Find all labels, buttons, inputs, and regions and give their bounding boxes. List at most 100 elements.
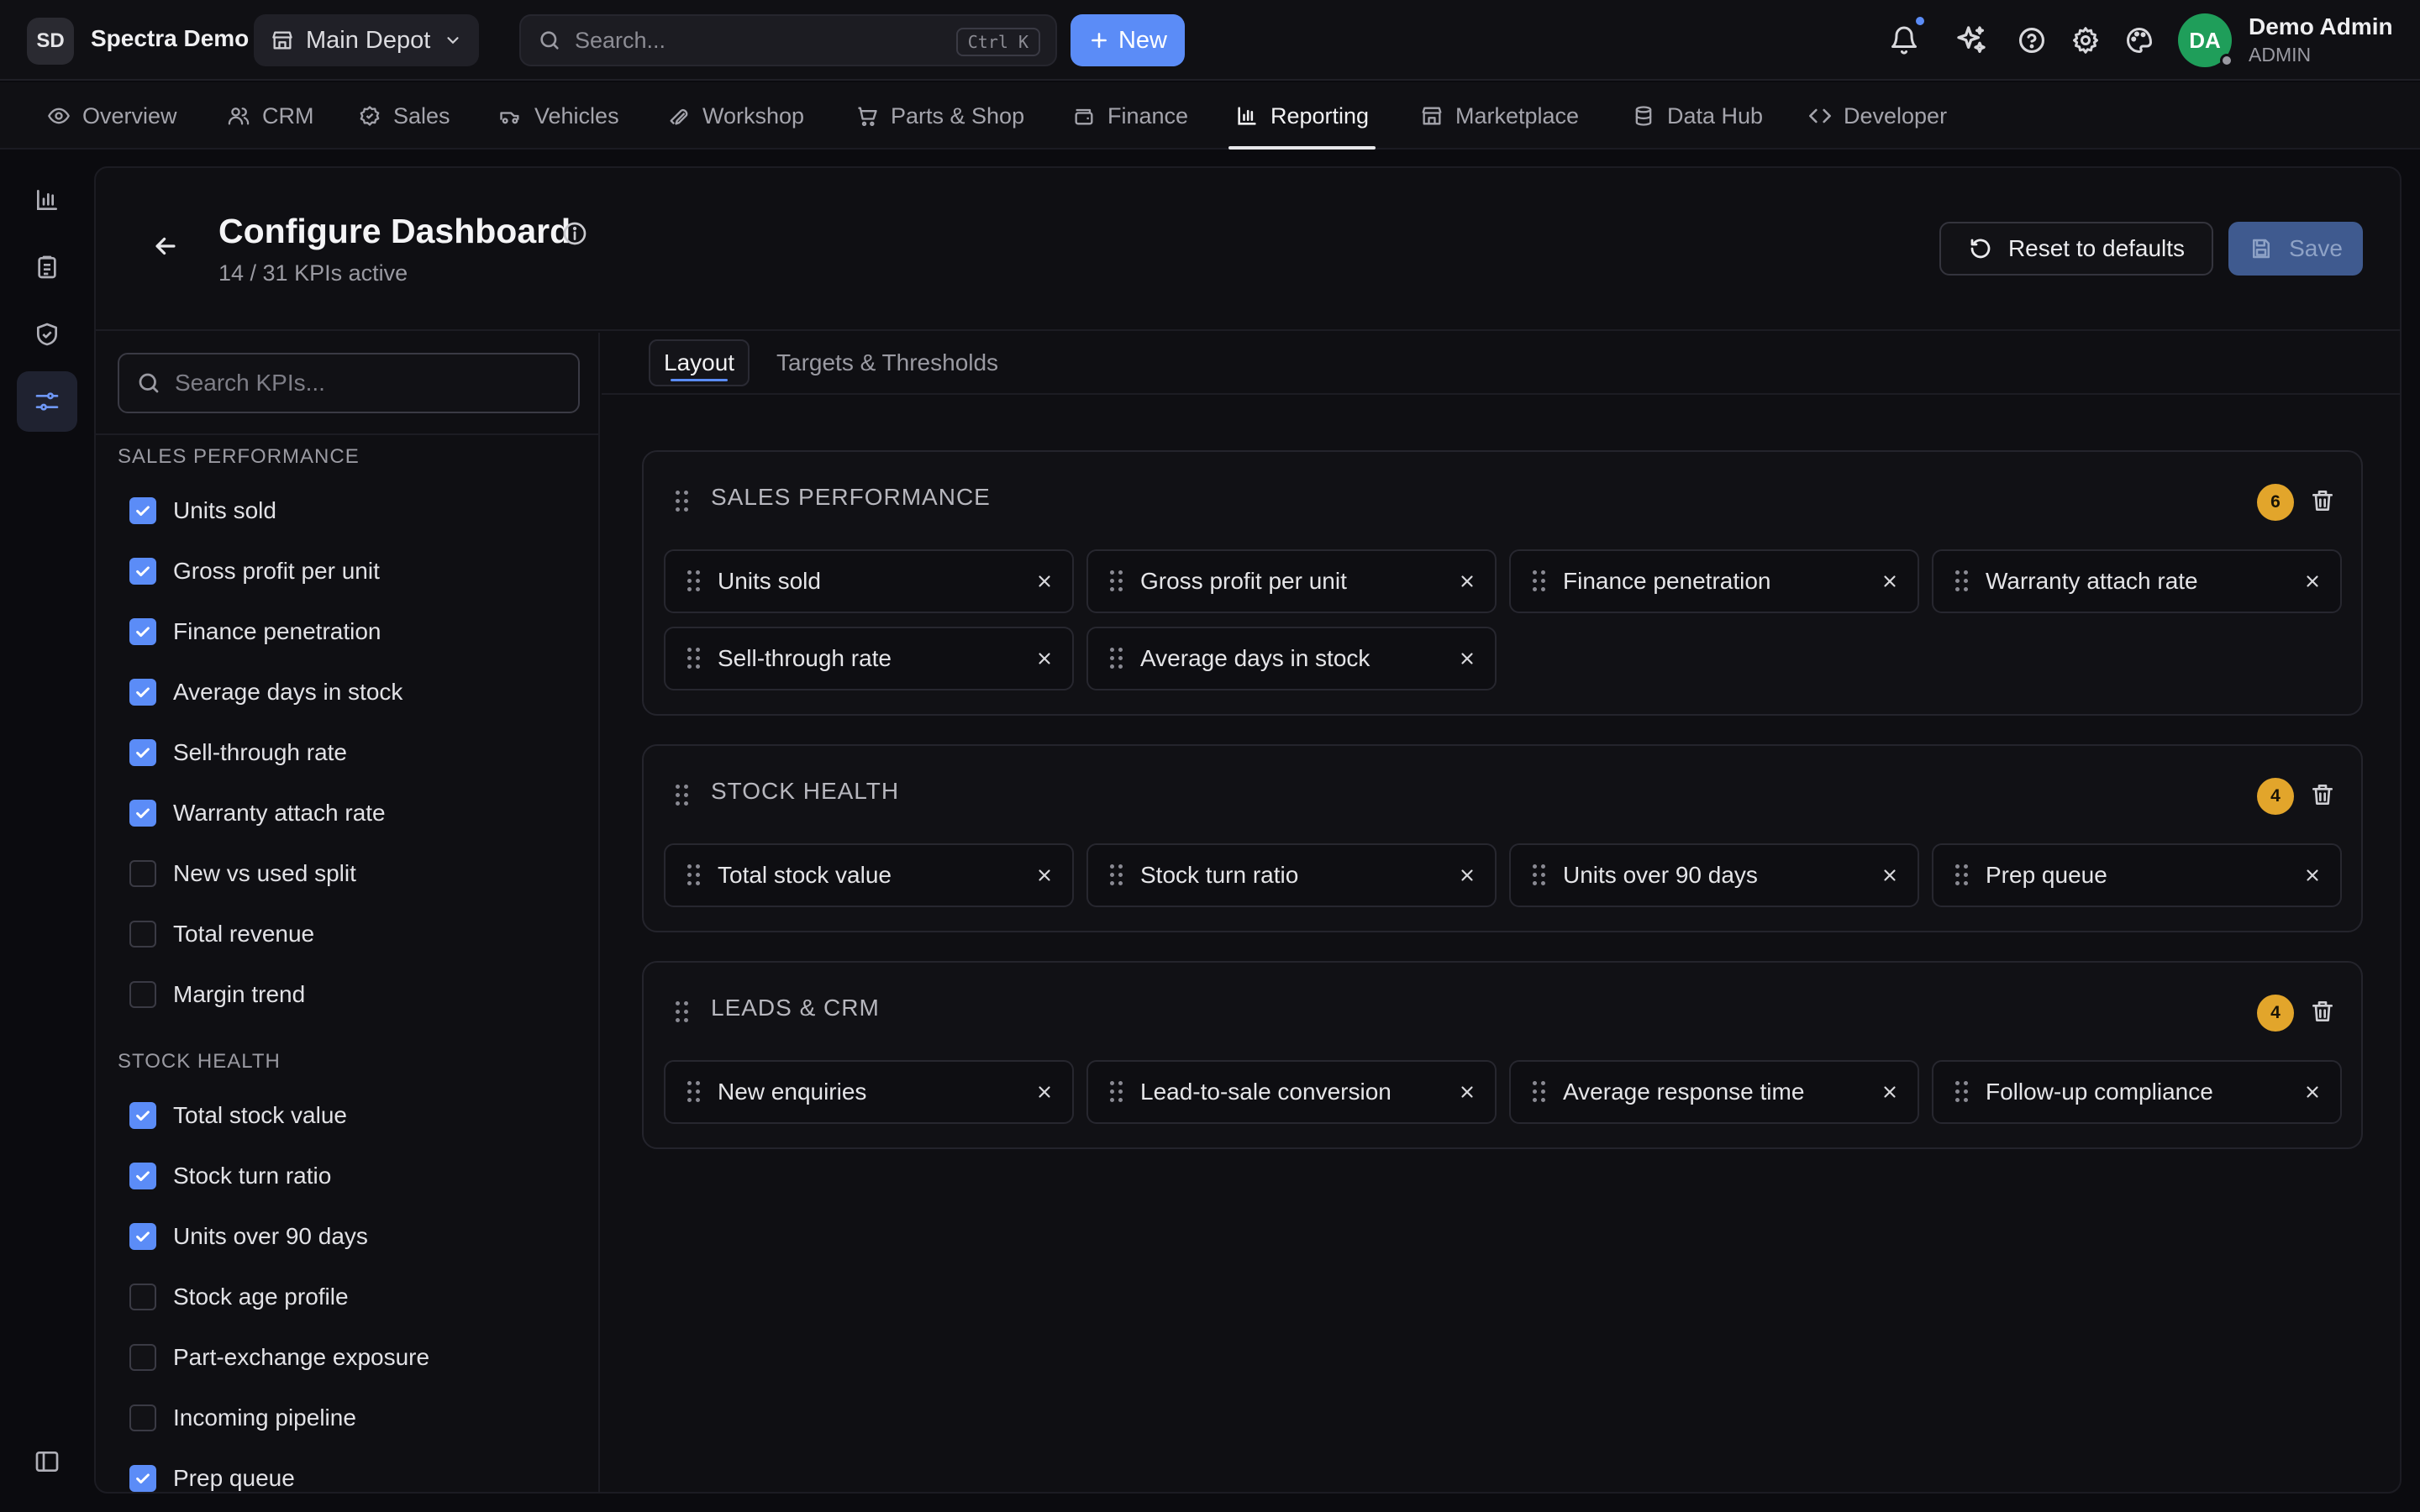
close-icon[interactable] bbox=[2303, 866, 2322, 885]
drag-handle-icon[interactable] bbox=[1533, 570, 1546, 592]
gear-icon[interactable] bbox=[2069, 24, 2102, 57]
kpi-chip[interactable]: Follow-up compliance bbox=[1932, 1060, 2342, 1124]
close-icon[interactable] bbox=[1881, 866, 1899, 885]
kpi-checkbox-item[interactable]: Finance penetration bbox=[129, 610, 381, 654]
close-icon[interactable] bbox=[1881, 1083, 1899, 1101]
kpi-chip[interactable]: Gross profit per unit bbox=[1086, 549, 1497, 613]
user-name[interactable]: Demo Admin bbox=[2249, 13, 2393, 40]
drag-handle-icon[interactable] bbox=[1110, 1081, 1123, 1103]
drag-handle-icon[interactable] bbox=[687, 864, 701, 886]
close-icon[interactable] bbox=[1035, 866, 1054, 885]
checkbox-unchecked[interactable] bbox=[129, 1404, 156, 1431]
kpi-checkbox-item[interactable]: Incoming pipeline bbox=[129, 1396, 356, 1440]
close-icon[interactable] bbox=[1458, 649, 1476, 668]
drag-handle-icon[interactable] bbox=[687, 1081, 701, 1103]
drag-handle-icon[interactable] bbox=[687, 648, 701, 669]
kpi-checkbox-item[interactable]: New vs used split bbox=[129, 852, 356, 895]
kpi-chip[interactable]: Warranty attach rate bbox=[1932, 549, 2342, 613]
info-icon[interactable] bbox=[561, 220, 588, 247]
drag-handle-icon[interactable] bbox=[1110, 864, 1123, 886]
kpi-checkbox-item[interactable]: Units over 90 days bbox=[129, 1215, 368, 1258]
kpi-checkbox-item[interactable]: Gross profit per unit bbox=[129, 549, 380, 593]
checkbox-checked[interactable] bbox=[129, 679, 156, 706]
checkbox-unchecked[interactable] bbox=[129, 981, 156, 1008]
back-arrow-icon[interactable] bbox=[151, 232, 180, 260]
nav-finance[interactable]: Finance bbox=[1072, 82, 1188, 150]
checkbox-checked[interactable] bbox=[129, 1102, 156, 1129]
kpi-chip[interactable]: Stock turn ratio bbox=[1086, 843, 1497, 907]
trash-icon[interactable] bbox=[2309, 781, 2336, 808]
nav-vehicles[interactable]: Vehicles bbox=[497, 82, 619, 150]
kpi-chip[interactable]: Units sold bbox=[664, 549, 1074, 613]
help-icon[interactable] bbox=[2015, 24, 2049, 57]
kpi-checkbox-item[interactable]: Stock turn ratio bbox=[129, 1154, 331, 1198]
drag-handle-icon[interactable] bbox=[1533, 1081, 1546, 1103]
kpi-chip[interactable]: Average response time bbox=[1509, 1060, 1919, 1124]
nav-overview[interactable]: Overview bbox=[47, 82, 177, 150]
drag-handle-icon[interactable] bbox=[1533, 864, 1546, 886]
drag-handle-icon[interactable] bbox=[1955, 1081, 1969, 1103]
brand-logo[interactable]: SD bbox=[27, 18, 74, 65]
bell-icon[interactable] bbox=[1887, 24, 1921, 57]
checkbox-unchecked[interactable] bbox=[129, 921, 156, 948]
kpi-search-input[interactable]: Search KPIs... bbox=[118, 353, 580, 413]
kpi-checkbox-item[interactable]: Units sold bbox=[129, 489, 276, 533]
rail-reports[interactable] bbox=[17, 237, 77, 297]
drag-handle-icon[interactable] bbox=[676, 491, 689, 512]
checkbox-checked[interactable] bbox=[129, 739, 156, 766]
kpi-chip[interactable]: Prep queue bbox=[1932, 843, 2342, 907]
checkbox-unchecked[interactable] bbox=[129, 1344, 156, 1371]
drag-handle-icon[interactable] bbox=[1955, 864, 1969, 886]
trash-icon[interactable] bbox=[2309, 487, 2336, 514]
checkbox-checked[interactable] bbox=[129, 800, 156, 827]
reset-defaults-button[interactable]: Reset to defaults bbox=[1939, 222, 2213, 276]
kpi-checkbox-item[interactable]: Average days in stock bbox=[129, 670, 402, 714]
close-icon[interactable] bbox=[1035, 649, 1054, 668]
kpi-chip[interactable]: New enquiries bbox=[664, 1060, 1074, 1124]
tab-targets-thresholds[interactable]: Targets & Thresholds bbox=[763, 339, 1012, 386]
close-icon[interactable] bbox=[1458, 572, 1476, 591]
drag-handle-icon[interactable] bbox=[687, 570, 701, 592]
checkbox-checked[interactable] bbox=[129, 1163, 156, 1189]
rail-analytics[interactable] bbox=[17, 170, 77, 230]
nav-data-hub[interactable]: Data Hub bbox=[1632, 82, 1763, 150]
kpi-checkbox-item[interactable]: Total stock value bbox=[129, 1094, 347, 1137]
nav-reporting[interactable]: Reporting bbox=[1228, 82, 1376, 150]
kpi-chip[interactable]: Sell-through rate bbox=[664, 627, 1074, 690]
checkbox-unchecked[interactable] bbox=[129, 1284, 156, 1310]
close-icon[interactable] bbox=[2303, 572, 2322, 591]
trash-icon[interactable] bbox=[2309, 998, 2336, 1025]
global-search[interactable]: Search... Ctrl K bbox=[519, 14, 1057, 66]
depot-selector[interactable]: Main Depot bbox=[254, 14, 479, 66]
close-icon[interactable] bbox=[1035, 572, 1054, 591]
checkbox-checked[interactable] bbox=[129, 1223, 156, 1250]
drag-handle-icon[interactable] bbox=[1110, 648, 1123, 669]
checkbox-checked[interactable] bbox=[129, 497, 156, 524]
kpi-chip[interactable]: Lead-to-sale conversion bbox=[1086, 1060, 1497, 1124]
rail-collapse[interactable] bbox=[17, 1431, 77, 1492]
sparkles-icon[interactable] bbox=[1954, 24, 1988, 57]
new-button[interactable]: New bbox=[1071, 14, 1185, 66]
drag-handle-icon[interactable] bbox=[1955, 570, 1969, 592]
close-icon[interactable] bbox=[1458, 866, 1476, 885]
checkbox-checked[interactable] bbox=[129, 618, 156, 645]
kpi-chip[interactable]: Total stock value bbox=[664, 843, 1074, 907]
nav-marketplace[interactable]: Marketplace bbox=[1420, 82, 1579, 150]
palette-icon[interactable] bbox=[2123, 24, 2156, 57]
kpi-chip[interactable]: Finance penetration bbox=[1509, 549, 1919, 613]
kpi-checkbox-item[interactable]: Warranty attach rate bbox=[129, 791, 386, 835]
kpi-chip[interactable]: Average days in stock bbox=[1086, 627, 1497, 690]
close-icon[interactable] bbox=[1035, 1083, 1054, 1101]
nav-developer[interactable]: Developer bbox=[1808, 82, 1947, 150]
nav-crm[interactable]: CRM bbox=[227, 82, 314, 150]
rail-configure[interactable] bbox=[17, 371, 77, 432]
tab-layout[interactable]: Layout bbox=[649, 339, 750, 386]
drag-handle-icon[interactable] bbox=[676, 1001, 689, 1023]
checkbox-checked[interactable] bbox=[129, 1465, 156, 1492]
close-icon[interactable] bbox=[2303, 1083, 2322, 1101]
checkbox-checked[interactable] bbox=[129, 558, 156, 585]
nav-sales[interactable]: Sales bbox=[358, 82, 450, 150]
nav-parts-shop[interactable]: Parts & Shop bbox=[855, 82, 1024, 150]
kpi-checkbox-item[interactable]: Total revenue bbox=[129, 912, 314, 956]
close-icon[interactable] bbox=[1881, 572, 1899, 591]
